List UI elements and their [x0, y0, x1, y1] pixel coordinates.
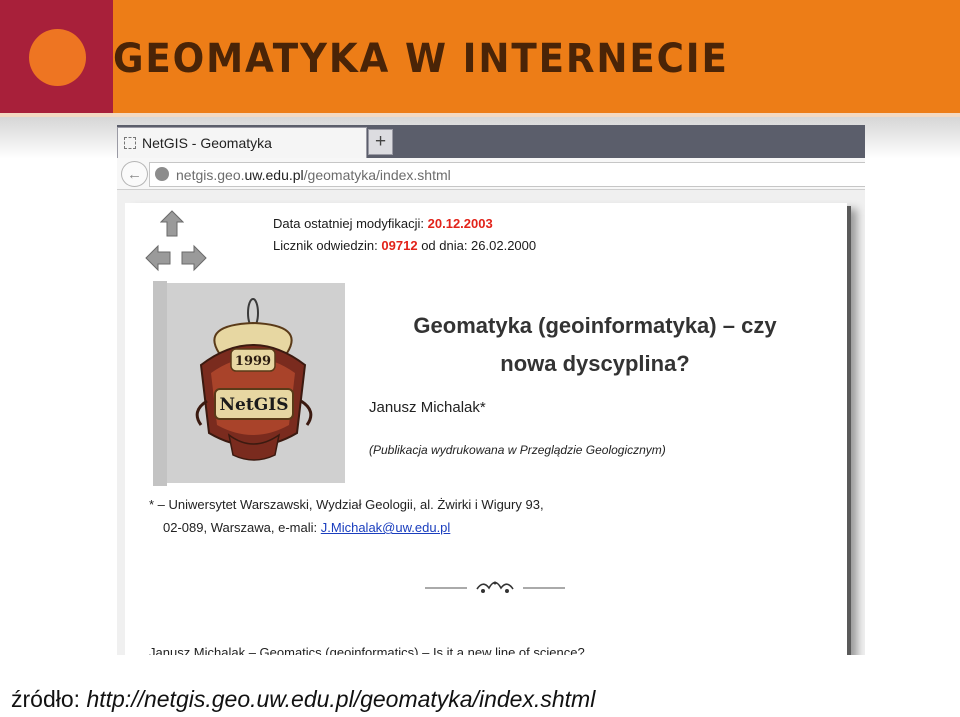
back-arrow-icon: ←: [127, 166, 142, 183]
header-circle: [29, 29, 86, 86]
netgis-emblem: 1999 NetGIS: [195, 298, 313, 461]
url-text: netgis.geo.uw.edu.pl/geomatyka/index.sht…: [176, 167, 451, 183]
affiliation-line: * – Uniwersytet Warszawski, Wydział Geol…: [149, 497, 544, 512]
english-title: Janusz Michalak – Geomatics (geoinformat…: [149, 645, 585, 655]
decorative-band: [153, 281, 167, 486]
address-bar[interactable]: netgis.geo.uw.edu.pl/geomatyka/index.sht…: [149, 162, 865, 187]
navigation-arrows: [125, 203, 243, 281]
new-tab-button[interactable]: +: [368, 129, 393, 155]
slide-title: GEOMATYKA W INTERNECIE: [113, 36, 729, 82]
navigation-bar: ← netgis.geo.uw.edu.pl/geomatyka/index.s…: [117, 158, 865, 190]
browser-tab[interactable]: NetGIS - Geomatyka: [117, 127, 367, 158]
left-arrow-icon[interactable]: [145, 244, 171, 272]
article-title: Geomatyka (geoinformatyka) – czy nowa dy…: [413, 313, 777, 376]
globe-icon: [155, 167, 169, 181]
source-url: http://netgis.geo.uw.edu.pl/geomatyka/in…: [86, 686, 596, 712]
netgis-logo: 1999 NetGIS: [167, 283, 345, 483]
affiliation-contact: 02-089, Warszawa, e-mali: J.Michalak@uw.…: [163, 520, 451, 535]
browser-screenshot: NetGIS - Geomatyka + ← netgis.geo.uw.edu…: [117, 125, 865, 655]
page-viewport: Data ostatniej modyfikacji: 20.12.2003 L…: [117, 190, 865, 655]
tab-bar: NetGIS - Geomatyka +: [117, 125, 865, 158]
logo-text: NetGIS: [220, 395, 289, 415]
right-arrow-icon[interactable]: [181, 244, 207, 272]
header-accent-block: [0, 0, 113, 113]
publication-note: (Publikacja wydrukowana w Przeglądzie Ge…: [369, 443, 666, 457]
last-modified: Data ostatniej modyfikacji: 20.12.2003: [273, 216, 493, 231]
tab-title: NetGIS - Geomatyka: [142, 135, 272, 151]
page-icon: [124, 137, 136, 149]
up-arrow-icon[interactable]: [160, 210, 184, 237]
source-caption: źródło: http://netgis.geo.uw.edu.pl/geom…: [11, 686, 596, 712]
logo-year: 1999: [235, 354, 271, 369]
email-link[interactable]: J.Michalak@uw.edu.pl: [321, 520, 451, 535]
ornament-divider: [425, 581, 565, 593]
back-button[interactable]: ←: [121, 161, 148, 187]
author-name: Janusz Michalak*: [369, 399, 486, 416]
visit-counter: Licznik odwiedzin: 09712 od dnia: 26.02.…: [273, 238, 537, 253]
